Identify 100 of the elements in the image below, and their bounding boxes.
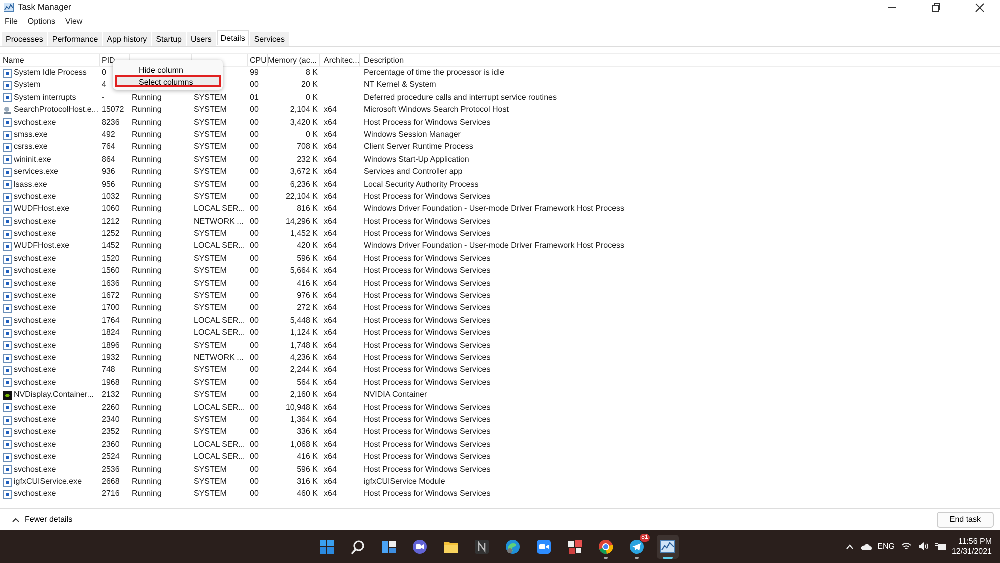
table-cell: SYSTEM bbox=[194, 142, 227, 152]
start-icon bbox=[319, 538, 336, 554]
browser-icon bbox=[505, 538, 522, 554]
tiles-icon bbox=[567, 538, 584, 554]
close-icon[interactable] bbox=[975, 2, 985, 12]
fewer-details-button[interactable]: Fewer details bbox=[6, 512, 79, 526]
table-cell: Host Process for Windows Services bbox=[364, 229, 491, 238]
process-name: svchost.exe bbox=[14, 464, 56, 476]
battery-plug-icon[interactable] bbox=[934, 542, 946, 551]
process-name: svchost.exe bbox=[14, 340, 56, 352]
taskbar-button[interactable] bbox=[657, 534, 680, 558]
table-cell: x64 bbox=[324, 229, 337, 238]
process-name: NVDisplay.Container... bbox=[14, 389, 94, 402]
column-header[interactable]: Architec... bbox=[324, 56, 359, 65]
table-cell: 416 K bbox=[297, 278, 318, 288]
column-header[interactable]: PID bbox=[102, 56, 116, 65]
menu-item[interactable]: File bbox=[5, 16, 18, 28]
table-cell: x64 bbox=[324, 402, 337, 412]
running-indicator bbox=[663, 556, 674, 558]
tab[interactable]: Services bbox=[250, 32, 290, 46]
tab[interactable]: Startup bbox=[152, 32, 186, 46]
language-indicator[interactable]: ENG bbox=[878, 540, 895, 552]
wifi-icon[interactable] bbox=[900, 542, 912, 551]
table-cell: 00 bbox=[250, 291, 259, 300]
end-task-button[interactable]: End task bbox=[936, 512, 994, 528]
table-cell: 00 bbox=[250, 105, 259, 114]
table-cell: 1520 bbox=[102, 254, 120, 263]
table-cell: x64 bbox=[324, 303, 337, 312]
process-name: svchost.exe bbox=[14, 451, 56, 464]
table-cell: SYSTEM bbox=[194, 365, 227, 374]
process-name: svchost.exe bbox=[14, 116, 56, 129]
table-cell: igfxCUIService Module bbox=[364, 476, 446, 486]
table-cell: Running bbox=[132, 229, 162, 238]
table-cell: 2340 bbox=[102, 414, 120, 424]
widgets-icon bbox=[381, 538, 398, 554]
table-cell: 1968 bbox=[102, 378, 120, 387]
menu-item[interactable]: Hide column bbox=[115, 63, 221, 75]
restore-icon[interactable] bbox=[931, 2, 941, 12]
table-cell: Running bbox=[132, 180, 162, 189]
running-indicator bbox=[604, 556, 608, 558]
table-cell: x64 bbox=[324, 105, 337, 114]
tab[interactable]: Users bbox=[186, 32, 216, 46]
process-name: svchost.exe bbox=[14, 438, 56, 451]
table-cell: 2260 bbox=[102, 402, 120, 412]
menu-item[interactable]: Options bbox=[28, 16, 56, 28]
column-header[interactable]: Description bbox=[364, 56, 404, 65]
table-cell: 2,160 K bbox=[290, 390, 318, 400]
table-cell: 00 bbox=[250, 303, 259, 312]
column-header[interactable]: Memory (ac... bbox=[268, 56, 317, 65]
speaker-icon[interactable] bbox=[918, 542, 929, 551]
process-name: svchost.exe bbox=[14, 302, 56, 314]
tab[interactable]: Performance bbox=[48, 32, 102, 46]
table-cell: Host Process for Windows Services bbox=[364, 278, 491, 288]
process-name: WUDFHost.exe bbox=[14, 203, 70, 216]
column-header[interactable]: Name bbox=[3, 54, 24, 66]
process-name: svchost.exe bbox=[14, 278, 56, 290]
clock[interactable]: 11:56 PM 12/31/2021 bbox=[952, 536, 992, 556]
table-cell: 00 bbox=[250, 229, 259, 238]
table-cell: 5,664 K bbox=[290, 266, 318, 276]
chevron-up-icon[interactable] bbox=[846, 544, 854, 550]
table-cell: LOCAL SER... bbox=[194, 328, 246, 338]
table-cell: 1,452 K bbox=[290, 229, 318, 238]
table-cell: Running bbox=[132, 464, 162, 474]
table-cell: Host Process for Windows Services bbox=[364, 402, 491, 412]
menu-item[interactable]: Select columns bbox=[115, 75, 221, 87]
table-cell: 00 bbox=[250, 440, 259, 449]
table-cell: 00 bbox=[250, 192, 259, 201]
table-cell: x64 bbox=[324, 390, 337, 400]
process-name: svchost.exe bbox=[14, 376, 56, 389]
table-cell: Services and Controller app bbox=[364, 167, 463, 176]
table-cell: Host Process for Windows Services bbox=[364, 118, 491, 127]
table-cell: SYSTEM bbox=[194, 427, 227, 436]
table-cell: x64 bbox=[324, 180, 337, 189]
table-cell: LOCAL SER... bbox=[194, 440, 246, 449]
table-cell: Percentage of time the processor is idle bbox=[364, 68, 505, 77]
cloud-icon[interactable] bbox=[860, 542, 872, 550]
column-header[interactable]: CPU bbox=[250, 56, 267, 65]
table-cell: LOCAL SER... bbox=[194, 316, 246, 325]
table-cell: Microsoft Windows Search Protocol Host bbox=[364, 105, 509, 114]
table-cell: 1,364 K bbox=[290, 414, 318, 424]
app-icon bbox=[4, 3, 14, 12]
table-cell: x64 bbox=[324, 340, 337, 350]
tab[interactable]: Processes bbox=[2, 32, 48, 46]
table-cell: SYSTEM bbox=[194, 340, 227, 350]
table-cell: Host Process for Windows Services bbox=[364, 303, 491, 312]
table-cell: 1212 bbox=[102, 216, 120, 226]
process-name: igfxCUIService.exe bbox=[14, 476, 82, 488]
table-cell: NVIDIA Container bbox=[364, 390, 428, 400]
table-cell: 1252 bbox=[102, 229, 120, 238]
tab[interactable]: Details bbox=[216, 30, 250, 46]
table-cell: 00 bbox=[250, 378, 259, 387]
process-name: csrss.exe bbox=[14, 141, 48, 154]
table-cell: SYSTEM bbox=[194, 192, 227, 201]
tab[interactable]: App history bbox=[103, 32, 152, 46]
menu-item[interactable]: View bbox=[65, 16, 83, 28]
table-cell: NETWORK ... bbox=[194, 216, 244, 226]
table-cell: 936 bbox=[102, 167, 116, 176]
table-cell: Running bbox=[132, 192, 162, 201]
table-cell: NT Kernel & System bbox=[364, 80, 436, 90]
table-cell: x64 bbox=[324, 378, 337, 387]
